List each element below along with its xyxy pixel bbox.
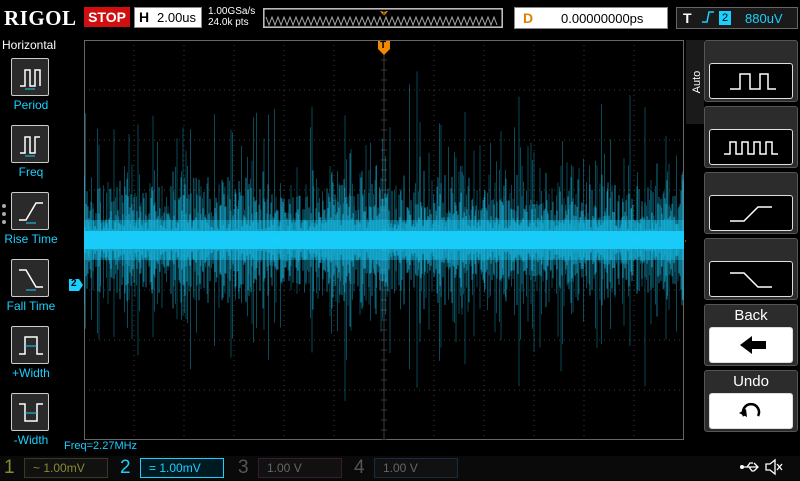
sample-rate: 1.00GSa/s [208, 6, 256, 17]
acquisition-info: 1.00GSa/s 24.0k pts [208, 6, 255, 28]
channel-2-tab[interactable]: 2 = 1.00mV [116, 456, 228, 480]
horizontal-label: H [139, 9, 150, 25]
channel-4-tab[interactable]: 4 1.00 V [350, 456, 462, 480]
back-arrow-icon [709, 327, 793, 363]
period-button[interactable]: Period [0, 58, 62, 120]
delay-label: D [523, 10, 534, 26]
single-pulse-button[interactable] [704, 40, 798, 102]
usb-icon [740, 460, 762, 477]
trigger-position-marker[interactable]: T [377, 40, 391, 61]
run-stop-status[interactable]: STOP [84, 7, 130, 27]
undo-button[interactable]: Undo [704, 370, 798, 432]
trigger-box[interactable]: T 2 880uV [676, 7, 798, 29]
period-icon [11, 58, 49, 96]
memory-depth: 24.0k pts [208, 17, 249, 28]
undo-icon [709, 393, 793, 429]
channel-1-scale: 1.00mV [43, 461, 85, 475]
delay-value: 0.00000000ps [561, 11, 644, 26]
memory-timeline[interactable]: T [263, 8, 503, 28]
menu-title: Horizontal [2, 38, 57, 52]
channel-1-scale-box: ~ 1.00mV [24, 458, 108, 478]
channel-3-scale-box: 1.00 V [258, 458, 342, 478]
falling-edge-button[interactable] [704, 238, 798, 300]
freq-label: Freq [18, 165, 44, 179]
auto-label: Auto [691, 70, 703, 94]
trigger-level: 880uV [745, 11, 783, 26]
positive-width-icon [11, 326, 49, 364]
fall-time-icon [11, 259, 49, 297]
timebase-value: 2.00us [157, 10, 197, 25]
frequency-readout: Freq=2.27MHz [64, 440, 138, 452]
rising-edge-button[interactable] [704, 172, 798, 234]
fall-time-button[interactable]: Fall Time [0, 259, 62, 321]
timebase-box[interactable]: H 2.00us [134, 7, 202, 28]
channel-3-scale: 1.00 V [267, 461, 302, 475]
rising-edge-icon [701, 10, 715, 27]
freq-button[interactable]: Freq [0, 125, 62, 187]
negative-width-button[interactable]: -Width [0, 393, 62, 455]
speaker-mute-icon[interactable] [764, 458, 784, 481]
negative-width-label: -Width [13, 433, 49, 447]
pulse-train-button[interactable] [704, 106, 798, 168]
negative-width-icon [11, 393, 49, 431]
freq-icon [11, 125, 49, 163]
positive-width-label: +Width [12, 366, 50, 380]
rise-time-label: Rise Time [4, 232, 58, 246]
channel-1-number: 1 [4, 457, 15, 478]
rise-time-icon [11, 192, 49, 230]
channel-1-tab[interactable]: 1 ~ 1.00mV [0, 456, 110, 480]
timeline-trigger-letter: T [382, 10, 387, 19]
channel-4-number: 4 [354, 457, 365, 478]
back-button[interactable]: Back [704, 304, 798, 366]
trigger-source: 2 [719, 11, 731, 25]
channel-2-scale-box: = 1.00mV [140, 458, 224, 478]
channel-4-scale-box: 1.00 V [374, 458, 458, 478]
pulse-train-icon [709, 129, 793, 165]
channel-3-number: 3 [238, 457, 249, 478]
brand-logo: RIGOL [4, 6, 77, 30]
channel-2-offset-marker[interactable]: 2 [68, 278, 84, 297]
waveform-display[interactable] [84, 40, 684, 440]
channel-1-coupling: ~ [33, 461, 41, 475]
rise-time-button[interactable]: Rise Time [0, 192, 62, 254]
channel-2-scale: 1.00mV [159, 461, 201, 475]
channel-4-scale: 1.00 V [383, 461, 418, 475]
back-label: Back [734, 307, 768, 324]
single-pulse-icon [709, 63, 793, 99]
falling-edge-icon [709, 261, 793, 297]
rising-edge-icon [709, 195, 793, 231]
channel-3-tab[interactable]: 3 1.00 V [234, 456, 346, 480]
period-label: Period [13, 98, 49, 112]
undo-label: Undo [733, 373, 769, 390]
channel-2-number: 2 [120, 457, 131, 478]
channel-2-coupling: = [149, 461, 157, 475]
fall-time-label: Fall Time [6, 299, 56, 313]
delay-box[interactable]: D 0.00000000ps [514, 7, 668, 29]
positive-width-button[interactable]: +Width [0, 326, 62, 388]
trigger-label: T [683, 10, 692, 26]
timeline-waveform: T [264, 9, 502, 27]
